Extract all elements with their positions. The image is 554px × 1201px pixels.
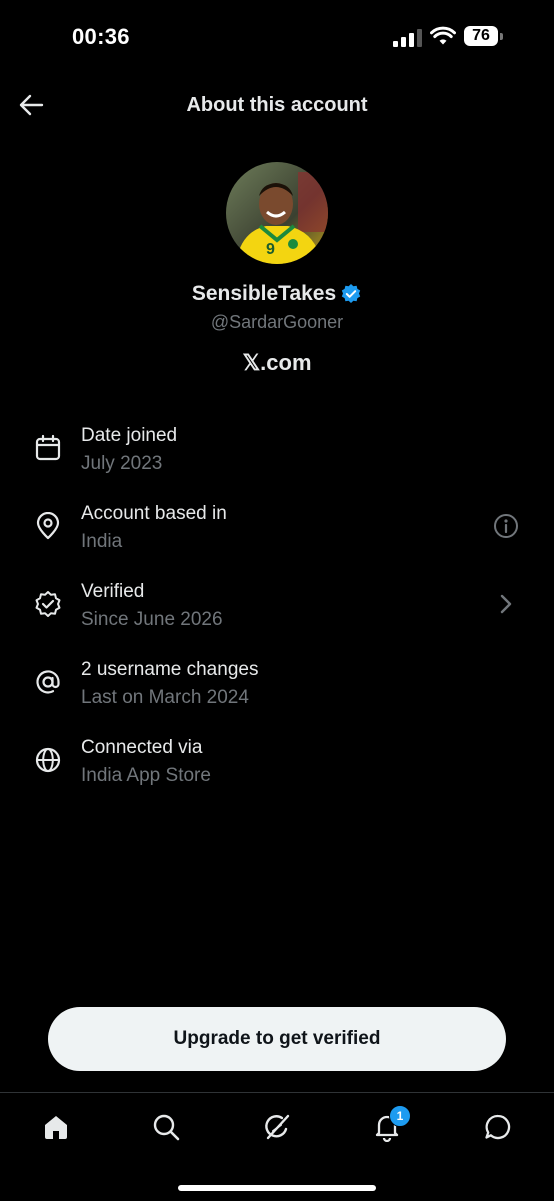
info-title: Verified [81, 581, 145, 602]
info-subtitle: Last on March 2024 [81, 687, 249, 708]
calendar-icon [35, 434, 61, 461]
username-handle: @SardarGooner [210, 312, 344, 332]
location-info-button[interactable] [492, 512, 520, 540]
info-date-joined: Date joined July 2023 [0, 420, 554, 498]
page-title: About this account [186, 94, 368, 116]
status-bar: 00:36 76 [0, 0, 554, 74]
info-subtitle: India [81, 531, 123, 552]
at-sign-icon [36, 670, 60, 694]
info-title: Connected via [81, 737, 203, 758]
tab-notifications[interactable]: 1 [367, 1105, 411, 1147]
info-subtitle: Since June 2026 [81, 609, 223, 630]
nav-header: About this account [0, 80, 554, 130]
info-account-location: Account based in India [0, 498, 554, 576]
upgrade-to-verified-button[interactable]: Upgrade to get verified [48, 1007, 506, 1071]
account-info-list: Date joined July 2023 Account based in I… [0, 420, 554, 810]
info-title: Date joined [81, 425, 178, 446]
home-indicator [178, 1185, 376, 1191]
messages-icon [485, 1114, 511, 1140]
info-title: 2 username changes [81, 659, 259, 680]
status-time: 00:36 [72, 24, 130, 49]
tab-search[interactable] [146, 1107, 186, 1147]
info-subtitle: India App Store [81, 765, 211, 786]
verified-badge-icon [341, 284, 361, 303]
globe-icon [35, 747, 61, 773]
info-connected-via: Connected via India App Store [0, 732, 554, 810]
display-name: SensibleTakes [191, 282, 337, 305]
tab-grok[interactable] [257, 1107, 297, 1147]
bottom-tab-bar: 1 [0, 1092, 554, 1201]
battery-indicator: 76 [464, 26, 504, 48]
battery-tip [500, 33, 503, 40]
tab-home[interactable] [36, 1107, 76, 1147]
info-username-changes: 2 username changes Last on March 2024 [0, 654, 554, 732]
avatar[interactable]: 9 [226, 162, 328, 264]
info-verified[interactable]: Verified Since June 2026 [0, 576, 554, 654]
platform-label: 𝕏.com [242, 350, 312, 375]
wifi-icon [430, 26, 456, 45]
home-icon [45, 1116, 67, 1139]
info-icon [494, 514, 518, 538]
tab-messages[interactable] [478, 1107, 518, 1147]
profile-photo: 9 [226, 162, 328, 264]
grok-icon [265, 1114, 290, 1140]
cellular-signal-icon [393, 29, 422, 47]
svg-text:9: 9 [266, 241, 275, 258]
info-subtitle: July 2023 [81, 453, 163, 474]
info-title: Account based in [81, 503, 227, 524]
verified-chevron [492, 590, 520, 618]
search-icon [153, 1114, 180, 1141]
location-pin-icon [36, 512, 60, 540]
chevron-right-icon [500, 594, 512, 614]
battery-level: 76 [464, 26, 498, 46]
verified-check-icon [35, 591, 61, 617]
name-row: SensibleTakes [0, 282, 554, 306]
notification-count-badge: 1 [389, 1105, 411, 1127]
